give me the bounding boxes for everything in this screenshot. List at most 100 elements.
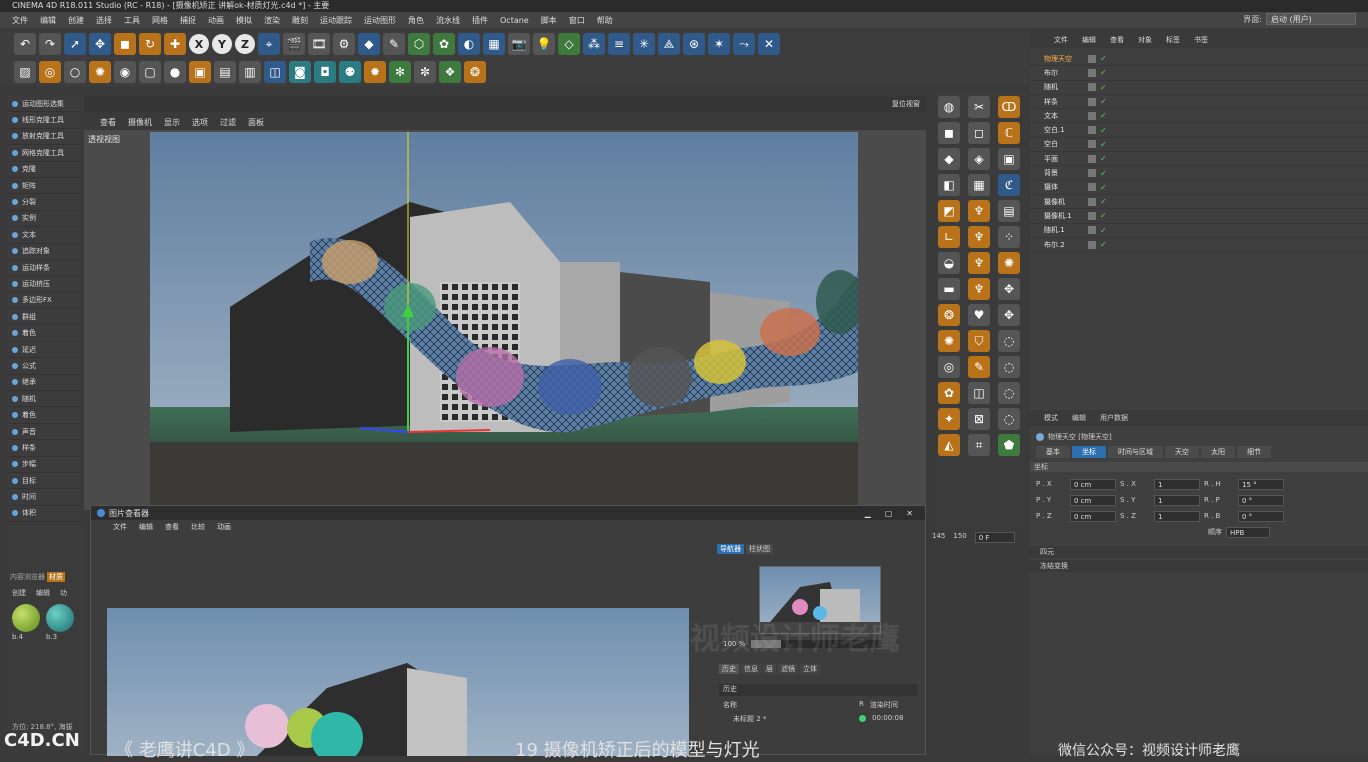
mograph-icon-2[interactable]: ≡ [608, 33, 630, 55]
left-tool-item[interactable]: 运动样条 [8, 260, 80, 277]
object-row[interactable]: 样条 ✓ [1030, 95, 1368, 110]
tool-icon-3[interactable]: ○ [64, 61, 86, 83]
enabled-check-icon[interactable]: ✓ [1100, 68, 1107, 77]
shelf-icon-8[interactable]: ◈ [968, 148, 990, 170]
shelf-icon-22[interactable]: ▬ [938, 278, 960, 300]
menu-item[interactable]: 插件 [472, 15, 488, 26]
viewport-menu-item[interactable]: 查看 [100, 117, 116, 128]
rotation-field[interactable]: 0 ° [1238, 494, 1284, 506]
tool-icon-10[interactable]: ▥ [239, 61, 261, 83]
shield-icon[interactable]: ⛉ [968, 330, 990, 352]
shelf-icon-1[interactable]: ◍ [938, 96, 960, 118]
mograph-icon-7[interactable]: ⤳ [733, 33, 755, 55]
left-tool-item[interactable]: 声音 [8, 424, 80, 441]
viewport-menu-item[interactable]: 过滤 [220, 117, 236, 128]
menu-item[interactable]: 编辑 [40, 15, 56, 26]
object-menu-item[interactable]: 书签 [1194, 35, 1208, 45]
shelf-icon-32[interactable]: ✎ [968, 356, 990, 378]
left-tool-item[interactable]: 目标 [8, 473, 80, 490]
subdivision-icon[interactable]: ⬡ [408, 33, 430, 55]
visibility-toggle[interactable] [1088, 169, 1096, 178]
rotation-field[interactable]: 0 ° [1238, 510, 1284, 522]
mograph-icon-5[interactable]: ⊛ [683, 33, 705, 55]
menu-item[interactable]: 雕刻 [292, 15, 308, 26]
viewport-menu-item[interactable]: 选项 [192, 117, 208, 128]
menu-item[interactable]: 网格 [152, 15, 168, 26]
pv-menu-item[interactable]: 动画 [217, 522, 231, 532]
material-swatch[interactable]: b.4 [12, 604, 40, 641]
tool-icon-4[interactable]: ✺ [89, 61, 111, 83]
deformer-icon[interactable]: ◐ [458, 33, 480, 55]
object-menu-item[interactable]: 文件 [1054, 35, 1068, 45]
position-field[interactable]: 0 cm [1070, 478, 1116, 490]
shelf-icon-34[interactable]: ✿ [938, 382, 960, 404]
pv-titlebar[interactable]: 图片查看器 ▁ ▢ ✕ [91, 506, 925, 520]
enabled-check-icon[interactable]: ✓ [1100, 54, 1107, 63]
shelf-icon-33[interactable]: ◌ [998, 356, 1020, 378]
object-row[interactable]: 背景 ✓ [1030, 166, 1368, 181]
attr-menu-item[interactable]: 用户数据 [1100, 413, 1128, 423]
left-tool-item[interactable]: 多边形FX [8, 293, 80, 310]
enabled-check-icon[interactable]: ✓ [1100, 197, 1107, 206]
viewport-menu-item[interactable]: 显示 [164, 117, 180, 128]
order-dropdown[interactable]: HPB [1226, 526, 1270, 538]
render-view-icon[interactable]: 🎞 [308, 33, 330, 55]
menu-item[interactable]: 创建 [68, 15, 84, 26]
visibility-toggle[interactable] [1088, 211, 1096, 220]
shelf-icon-28[interactable]: ✺ [938, 330, 960, 352]
object-menu-item[interactable]: 查看 [1110, 35, 1124, 45]
menu-item[interactable]: 工具 [124, 15, 140, 26]
shelf-icon-17[interactable]: ♆ [968, 226, 990, 248]
pv-menu-item[interactable]: 编辑 [139, 522, 153, 532]
select-icon[interactable]: ➚ [64, 33, 86, 55]
mograph-icon-3[interactable]: ✳ [633, 33, 655, 55]
left-tool-item[interactable]: 继承 [8, 375, 80, 392]
shelf-icon-41[interactable]: ⌗ [968, 434, 990, 456]
menu-item[interactable]: 选择 [96, 15, 112, 26]
left-tool-item[interactable]: 着色 [8, 407, 80, 424]
end-frame-field[interactable]: 0 F [974, 532, 1015, 543]
visibility-toggle[interactable] [1088, 183, 1096, 192]
left-tool-item[interactable]: 追踪对象 [8, 244, 80, 260]
tool-icon-18[interactable]: ❖ [439, 61, 461, 83]
enabled-check-icon[interactable]: ✓ [1100, 226, 1107, 235]
mat-menu-more[interactable]: 功 [60, 588, 67, 598]
shelf-icon-35[interactable]: ◫ [968, 382, 990, 404]
visibility-toggle[interactable] [1088, 111, 1096, 120]
viewport-menu-item[interactable]: 面板 [248, 117, 264, 128]
shelf-icon-27[interactable]: ✥ [998, 304, 1020, 326]
shelf-icon-15[interactable]: ▤ [998, 200, 1020, 222]
attr-menu-item[interactable]: 编辑 [1072, 413, 1086, 423]
tool-icon-16[interactable]: ✻ [389, 61, 411, 83]
shelf-icon-9[interactable]: ▣ [998, 148, 1020, 170]
shelf-icon-3[interactable]: ↀ [998, 96, 1020, 118]
object-row[interactable]: 空白.1 ✓ [1030, 123, 1368, 138]
object-row[interactable]: 空白 ✓ [1030, 138, 1368, 153]
object-row[interactable]: 布尔.2 ✓ [1030, 238, 1368, 253]
object-menu-item[interactable]: 对象 [1138, 35, 1152, 45]
shelf-icon-7[interactable]: ◆ [938, 148, 960, 170]
object-row[interactable]: 文本 ✓ [1030, 109, 1368, 124]
left-tool-item[interactable]: 放射克隆工具 [8, 129, 80, 146]
left-tool-item[interactable]: 网格克隆工具 [8, 145, 80, 162]
pv-tab-filter[interactable]: 滤镜 [778, 664, 798, 674]
floor-icon[interactable]: ▦ [483, 33, 505, 55]
left-tool-item[interactable]: 克隆 [8, 162, 80, 178]
shelf-icon-20[interactable]: ♆ [968, 252, 990, 274]
left-tool-item[interactable]: 延迟 [8, 342, 80, 359]
menu-item[interactable]: 运动图形 [364, 15, 396, 26]
menu-item[interactable]: 动画 [208, 15, 224, 26]
menu-item[interactable]: 脚本 [541, 15, 557, 26]
enabled-check-icon[interactable]: ✓ [1100, 211, 1107, 220]
tool-icon-9[interactable]: ▤ [214, 61, 236, 83]
attr-tab[interactable]: 坐标 [1072, 446, 1106, 458]
enabled-check-icon[interactable]: ✓ [1100, 169, 1107, 178]
menu-item[interactable]: 角色 [408, 15, 424, 26]
z-axis-icon[interactable]: Z [235, 34, 255, 54]
object-menu-item[interactable]: 编辑 [1082, 35, 1096, 45]
attr-tab[interactable]: 细节 [1237, 446, 1271, 458]
shelf-icon-21[interactable]: ✺ [998, 252, 1020, 274]
left-tool-item[interactable]: 运动图形选集 [8, 96, 80, 113]
pv-tab-histogram[interactable]: 柱状图 [746, 544, 773, 554]
visibility-toggle[interactable] [1088, 240, 1096, 249]
